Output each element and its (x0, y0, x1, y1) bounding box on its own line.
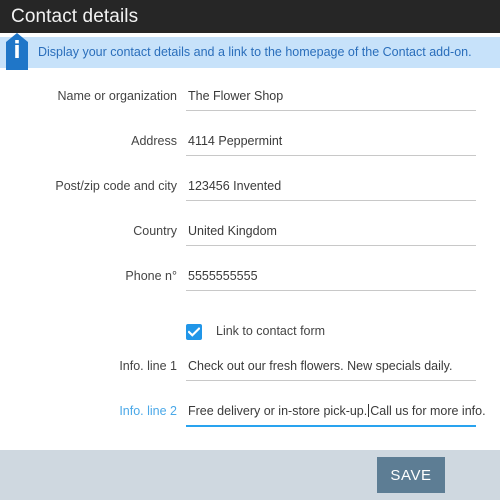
checkbox-group-link-to-contact-form[interactable]: Link to contact form (186, 323, 326, 340)
input-underline (186, 200, 476, 201)
label-address: Address (131, 134, 177, 148)
input-underline (186, 110, 476, 111)
value-name-or-organization: The Flower Shop (188, 89, 284, 103)
label-info-line-2: Info. line 2 (119, 404, 177, 418)
input-post-zip-code-and-city[interactable]: 123456 Invented (186, 174, 476, 201)
info-banner-container: Display your contact details and a link … (0, 33, 500, 74)
input-underline (186, 245, 476, 246)
field-row-postal-city: Post/zip code and city 123456 Invented (0, 174, 500, 219)
checkbox-link-to-contact-form[interactable] (186, 323, 202, 340)
value-phone-number: 5555555555 (188, 269, 258, 283)
label-name-or-organization: Name or organization (57, 89, 177, 103)
contact-details-dialog: Contact details Display your contact det… (0, 0, 500, 500)
checkmark-icon (188, 326, 200, 337)
value-info-line-1: Check out our fresh flowers. New special… (188, 359, 453, 373)
value-address: 4114 Peppermint (188, 134, 283, 148)
value-info-line-2-before-caret: Free delivery or in-store pick-up. (188, 404, 368, 418)
info-banner-message: Display your contact details and a link … (38, 45, 472, 60)
info-badge-icon (6, 33, 28, 70)
input-name-or-organization[interactable]: The Flower Shop (186, 84, 476, 111)
dialog-footer: SAVE (0, 450, 500, 500)
label-post-zip-code-and-city: Post/zip code and city (55, 179, 177, 193)
info-banner: Display your contact details and a link … (0, 37, 500, 68)
label-country: Country (133, 224, 177, 238)
input-underline (186, 380, 476, 381)
label-phone-number: Phone n° (125, 269, 177, 283)
input-address[interactable]: 4114 Peppermint (186, 129, 476, 156)
field-row-address: Address 4114 Peppermint (0, 129, 500, 174)
input-phone-number[interactable]: 5555555555 (186, 264, 476, 291)
input-underline (186, 155, 476, 156)
field-row-phone: Phone n° 5555555555 (0, 264, 500, 309)
value-post-zip-code-and-city: 123456 Invented (188, 179, 282, 193)
input-info-line-1[interactable]: Check out our fresh flowers. New special… (186, 354, 476, 381)
field-row-info-line-1: Info. line 1 Check out our fresh flowers… (0, 354, 500, 399)
checkbox-label-link-to-contact-form: Link to contact form (216, 324, 326, 339)
input-country[interactable]: United Kingdom (186, 219, 476, 246)
field-row-link-to-contact-form: Link to contact form (0, 309, 500, 354)
contact-details-form: Name or organization The Flower Shop Add… (0, 74, 500, 450)
dialog-titlebar: Contact details (0, 0, 500, 33)
value-country: United Kingdom (188, 224, 277, 238)
value-info-line-2: Free delivery or in-store pick-up. Call u… (186, 399, 486, 425)
field-row-name: Name or organization The Flower Shop (0, 84, 500, 129)
field-row-country: Country United Kingdom (0, 219, 500, 264)
save-button[interactable]: SAVE (377, 457, 445, 493)
input-underline-focused (186, 425, 476, 427)
page-title: Contact details (11, 6, 139, 27)
input-info-line-2[interactable]: Free delivery or in-store pick-up. Call u… (186, 399, 486, 427)
input-underline (186, 290, 476, 291)
value-info-line-2-after-caret: Call us for more info. (370, 404, 486, 418)
label-info-line-1: Info. line 1 (119, 359, 177, 373)
field-row-info-line-2: Info. line 2 Free delivery or in-store p… (0, 399, 500, 444)
